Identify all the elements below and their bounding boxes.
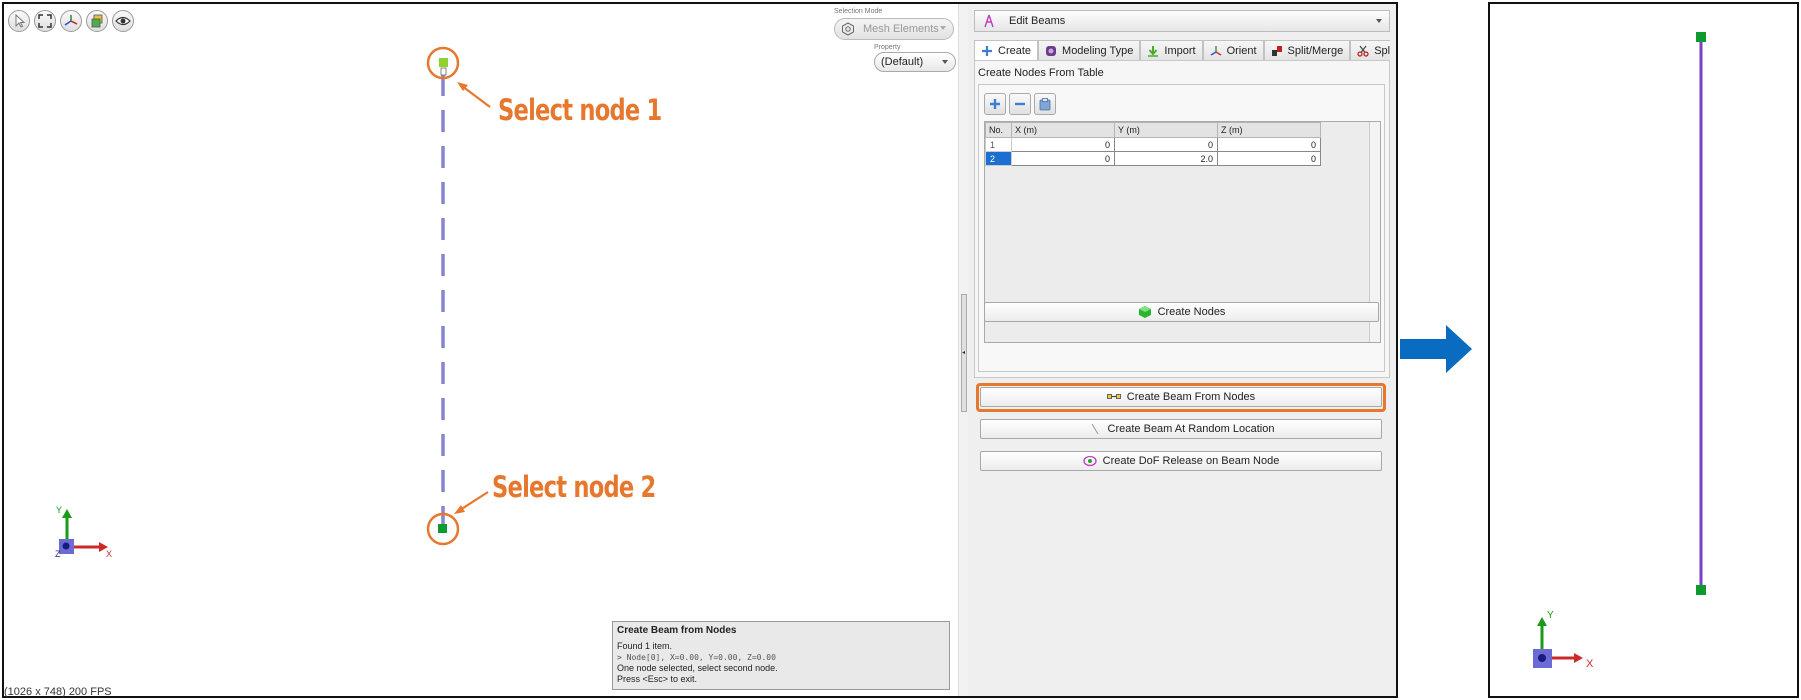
- splitter-arrow-icon: ◂: [962, 350, 966, 356]
- create-beam-random-button[interactable]: Create Beam At Random Location: [980, 419, 1382, 439]
- nodes-table: No. X (m) Y (m) Z (m) 1 0 0 0 2 0 2.0 0: [985, 122, 1321, 166]
- scene-canvas: [59, 46, 491, 554]
- annotation-arrow-1: [461, 85, 491, 108]
- x-axis-arrowhead: [1574, 653, 1583, 663]
- clipboard-icon: [1039, 98, 1051, 111]
- tab-split[interactable]: Spli: [1350, 40, 1390, 60]
- remove-row-button[interactable]: [1009, 93, 1031, 115]
- tab-label: Modeling Type: [1062, 44, 1134, 57]
- y-axis-arrowhead: [62, 509, 72, 518]
- panel-tabs: Create Modeling Type Import Orient Split…: [974, 40, 1390, 60]
- column-header[interactable]: No.: [985, 122, 1012, 138]
- annotation-arrow-2: [459, 491, 489, 511]
- tab-label: Create: [998, 44, 1032, 57]
- column-header[interactable]: X (m): [1011, 122, 1115, 138]
- result-viewport-frame: Y X: [1488, 2, 1799, 698]
- 3d-viewport[interactable]: Selection Mode Mesh Elements Property (D…: [4, 4, 958, 698]
- tab-modeling-type[interactable]: Modeling Type: [1038, 40, 1141, 60]
- x-axis-label: X: [106, 549, 113, 559]
- paste-table-button[interactable]: [1034, 93, 1056, 115]
- status-line: Press <Esc> to exit.: [617, 674, 698, 684]
- table-row[interactable]: 1 0 0 0: [985, 137, 1321, 152]
- row-number[interactable]: 1: [985, 137, 1012, 152]
- tab-label: Split/Merge: [1287, 44, 1344, 57]
- status-line: Found 1 item.: [617, 641, 673, 651]
- chevron-down-icon: [1376, 19, 1382, 23]
- y-axis-label: Y: [56, 505, 63, 515]
- scissors-icon: [1357, 45, 1369, 57]
- edit-beams-panel: Edit Beams Create Modeling Type Import O…: [968, 4, 1396, 696]
- line-segment-icon: [1091, 423, 1098, 435]
- tab-import[interactable]: Import: [1140, 40, 1203, 60]
- highlight-outline: [976, 383, 1386, 412]
- transition-arrow-icon: [1400, 325, 1472, 373]
- node-2: [438, 524, 447, 533]
- tab-orient[interactable]: Orient: [1202, 40, 1264, 60]
- create-nodes-button[interactable]: Create Nodes: [984, 302, 1379, 322]
- table-cell-x[interactable]: 0: [1011, 137, 1115, 152]
- y-axis-label: Y: [1547, 610, 1554, 621]
- row-number[interactable]: 2: [985, 151, 1012, 166]
- button-label: Create Nodes: [1157, 306, 1226, 318]
- z-axis-dot: [1538, 654, 1546, 662]
- column-header[interactable]: Y (m): [1114, 122, 1218, 138]
- status-line: One node selected, select second node.: [617, 663, 778, 673]
- plus-icon: [982, 45, 992, 56]
- fps-readout: (1026 x 748) 200 FPS: [4, 686, 112, 698]
- modeling-type-icon: [1046, 45, 1057, 56]
- section-title: Create Nodes From Table: [978, 67, 1104, 79]
- x-axis-label: X: [1586, 658, 1594, 670]
- result-node-1: [1696, 32, 1706, 42]
- table-cell-z[interactable]: 0: [1217, 137, 1321, 152]
- orient-triad-icon: [1210, 45, 1221, 56]
- plus-icon: [990, 99, 1000, 109]
- annotation-select-node-1: Select node 1: [498, 93, 662, 127]
- z-axis-label: Z: [55, 549, 61, 559]
- import-arrow-icon: [1148, 45, 1159, 57]
- tab-label: Orient: [1226, 44, 1257, 57]
- table-row[interactable]: 2 0 2.0 0: [985, 151, 1321, 166]
- annotation-select-node-2: Select node 2: [492, 470, 656, 504]
- table-cell-x[interactable]: 0: [1011, 151, 1115, 166]
- y-axis-arrowhead: [1537, 617, 1547, 626]
- z-axis-dot: [62, 542, 70, 550]
- panel-title: Edit Beams: [1009, 15, 1066, 27]
- node-1: [439, 58, 448, 67]
- result-scene-canvas: [1533, 32, 1706, 668]
- status-line: > Node[0], X=0.00, Y=0.00, Z=0.00: [617, 653, 776, 662]
- split-merge-icon: [1271, 45, 1282, 56]
- status-title: Create Beam from Nodes: [617, 625, 737, 636]
- table-cell-y[interactable]: 2.0: [1114, 151, 1218, 166]
- button-label: Create DoF Release on Beam Node: [1102, 455, 1280, 467]
- tab-label: Import: [1164, 44, 1196, 57]
- add-row-button[interactable]: [984, 93, 1006, 115]
- tab-split-merge[interactable]: Split/Merge: [1263, 40, 1351, 60]
- column-header[interactable]: Z (m): [1217, 122, 1321, 138]
- beam-tool-icon: [984, 14, 994, 28]
- annotation-arrowhead-2: [454, 505, 465, 514]
- dof-release-icon: [1082, 455, 1097, 467]
- minus-icon: [1015, 102, 1025, 106]
- tab-create[interactable]: Create: [974, 40, 1039, 60]
- green-cube-icon: [1138, 306, 1151, 318]
- create-dof-release-button[interactable]: Create DoF Release on Beam Node: [980, 451, 1382, 471]
- table-cell-z[interactable]: 0: [1217, 151, 1321, 166]
- left-screenshot-frame: Selection Mode Mesh Elements Property (D…: [2, 2, 1398, 698]
- table-cell-y[interactable]: 0: [1114, 137, 1218, 152]
- result-node-2: [1696, 585, 1706, 595]
- tab-label: Spli: [1374, 44, 1390, 57]
- panel-header-dropdown[interactable]: Edit Beams: [974, 10, 1390, 32]
- button-label: Create Beam At Random Location: [1107, 423, 1275, 435]
- status-panel: Create Beam from Nodes Found 1 item. > N…: [612, 621, 950, 690]
- node-1-cursor: [440, 67, 447, 76]
